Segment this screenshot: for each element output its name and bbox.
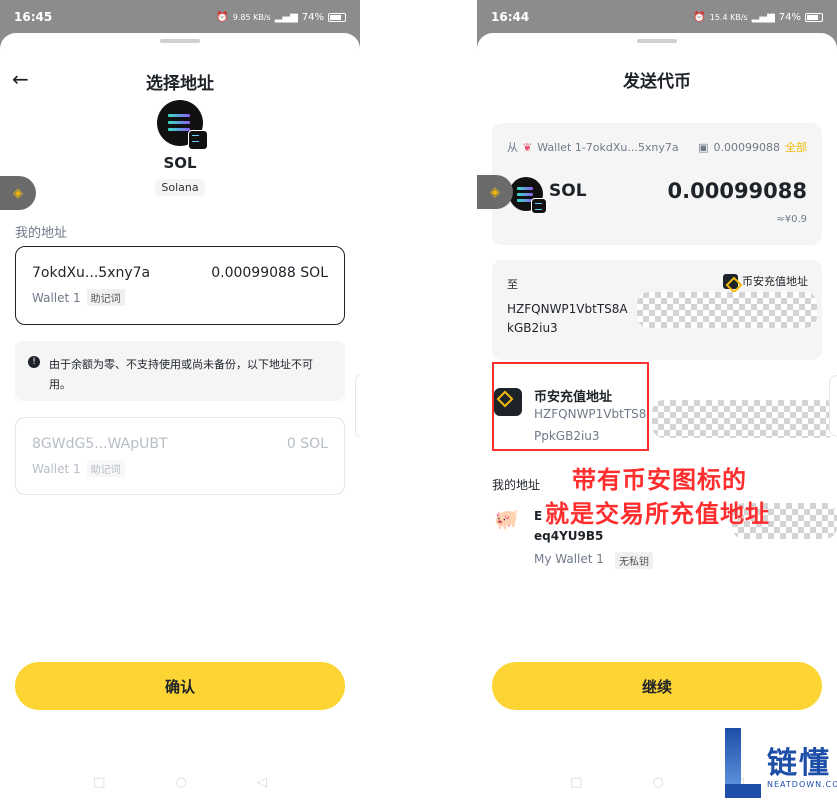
- notice-text: 由于余额为零、不支持使用或尚未备份，以下地址不可用。: [49, 358, 313, 391]
- alarm-icon: ⏰: [216, 11, 229, 23]
- watermark-logo: 链懂 NEATDOWN.COM: [725, 728, 837, 800]
- section-label: 我的地址: [15, 226, 68, 241]
- recents-icon[interactable]: □: [93, 775, 105, 790]
- battery-percent: 74%: [778, 11, 801, 23]
- network-badge: Solana: [0, 176, 360, 196]
- side-collapse-tab[interactable]: ◈: [0, 176, 36, 210]
- from-card: 从 ❦ Wallet 1-7okdXu...5xny7a ▣ 0.0009908…: [492, 123, 822, 245]
- prev-screen-peek: [355, 375, 360, 437]
- sheet-grabber[interactable]: [160, 39, 200, 43]
- watermark-domain: NEATDOWN.COM: [767, 780, 837, 789]
- left-phone-screen: 16:45 ⏰ 9.85 KB/s ▂▄▆ 74% ← 选择地址 SOL Sol…: [0, 0, 360, 800]
- status-bar: 16:45 ⏰ 9.85 KB/s ▂▄▆ 74%: [0, 0, 360, 34]
- continue-button[interactable]: 继续: [492, 662, 822, 710]
- battery-percent: 74%: [301, 11, 324, 23]
- back-nav-icon[interactable]: ◁: [257, 775, 267, 790]
- signal-icon: ▂▄▆: [751, 11, 775, 23]
- section-label: 我的地址: [492, 478, 541, 492]
- status-time: 16:44: [491, 10, 530, 24]
- battery-icon: [328, 12, 346, 22]
- mnemonic-tag: 助记词: [86, 289, 125, 306]
- coin-symbol[interactable]: SOL: [549, 181, 587, 201]
- send-token-sheet: 发送代币 从 ❦ Wallet 1-7okdXu...5xny7a ▣ 0.00…: [477, 33, 837, 800]
- notice-box: ! 由于余额为零、不支持使用或尚未备份，以下地址不可用。: [15, 341, 345, 401]
- status-time: 16:45: [14, 10, 53, 24]
- page-title: 发送代币: [623, 72, 691, 92]
- sol-coin-icon: [509, 177, 547, 214]
- select-address-sheet: ← 选择地址 SOL Solana ◈ 我的地址 7okdXu...5xny7a…: [0, 33, 360, 800]
- coin-symbol: SOL: [163, 154, 197, 172]
- wallet-name: Wallet 1: [32, 291, 81, 305]
- wallet-name: Wallet 1: [32, 462, 81, 476]
- highlight-box: [492, 362, 649, 451]
- home-icon[interactable]: ○: [652, 775, 663, 790]
- side-collapse-tab[interactable]: ◈: [477, 175, 513, 209]
- amount-input[interactable]: 0.00099088: [668, 179, 807, 203]
- redacted-mask: [652, 400, 837, 438]
- coin-header: SOL Solana: [0, 100, 360, 196]
- wallet-card-selected[interactable]: 7okdXu...5xny7a 0.00099088 SOL Wallet 1 助…: [15, 246, 345, 325]
- from-balance: 0.00099088: [713, 140, 780, 154]
- home-icon[interactable]: ○: [175, 775, 186, 790]
- no-private-key-tag: 无私钥: [615, 552, 653, 569]
- recents-icon[interactable]: □: [570, 775, 582, 790]
- redacted-mask: [637, 292, 817, 328]
- wallet-address: 7okdXu...5xny7a: [32, 265, 151, 281]
- to-address[interactable]: HZFQNWP1VbtTS8A kGB2iu3: [507, 300, 628, 338]
- all-button[interactable]: 全部: [785, 139, 807, 155]
- info-icon: !: [28, 356, 40, 368]
- net-speed: 15.4 KB/s: [709, 12, 748, 22]
- annotation-text: 带有币安图标的: [572, 466, 747, 494]
- wallet-balance: 0.00099088 SOL: [211, 265, 328, 281]
- next-screen-peek: [829, 375, 837, 437]
- to-label: 至: [507, 278, 518, 291]
- wallet-balance-icon: ▣: [698, 140, 709, 154]
- watermark-brand: 链懂: [767, 746, 831, 781]
- wallet-card-disabled: 8GWdG5...WApUBT 0 SOL Wallet 1 助记词: [15, 417, 345, 495]
- wallet-balance: 0 SOL: [286, 436, 328, 452]
- to-card: 至 币安充值地址 HZFQNWP1VbtTS8A kGB2iu3: [492, 260, 822, 360]
- signal-icon: ▂▄▆: [274, 11, 298, 23]
- my-wallet-name: My Wallet 1: [534, 552, 604, 566]
- confirm-button[interactable]: 确认: [15, 662, 345, 710]
- status-bar: 16:44 ⏰ 15.4 KB/s ▂▄▆ 74%: [477, 0, 837, 34]
- my-address-line1: E: [534, 509, 543, 523]
- binance-diamond-icon: ◈: [490, 184, 500, 200]
- my-address-line2: eq4YU9B5: [534, 529, 604, 543]
- binance-icon: [723, 273, 738, 289]
- from-label: 从: [507, 141, 518, 154]
- mnemonic-tag: 助记词: [86, 460, 125, 477]
- page-title: 选择地址: [146, 74, 214, 94]
- fiat-value: ≈¥0.9: [776, 214, 807, 225]
- piggy-wallet-icon: 🐖: [494, 507, 519, 531]
- battery-icon: [805, 12, 823, 22]
- fox-wallet-icon: ❦: [523, 140, 533, 154]
- system-nav-bar: □ ○ ◁: [0, 775, 360, 790]
- sheet-grabber[interactable]: [637, 39, 677, 43]
- from-wallet[interactable]: Wallet 1-7okdXu...5xny7a: [537, 141, 678, 154]
- annotation-text: 就是交易所充值地址: [545, 500, 770, 528]
- binance-diamond-icon: ◈: [13, 185, 23, 201]
- alarm-icon: ⏰: [693, 11, 706, 23]
- right-phone-screen: 16:44 ⏰ 15.4 KB/s ▂▄▆ 74% 发送代币 从 ❦ Walle…: [477, 0, 837, 800]
- binance-deposit-badge: 币安充值地址: [723, 273, 808, 289]
- wallet-address: 8GWdG5...WApUBT: [32, 436, 168, 452]
- net-speed: 9.85 KB/s: [232, 12, 271, 22]
- sol-coin-icon: [157, 100, 208, 150]
